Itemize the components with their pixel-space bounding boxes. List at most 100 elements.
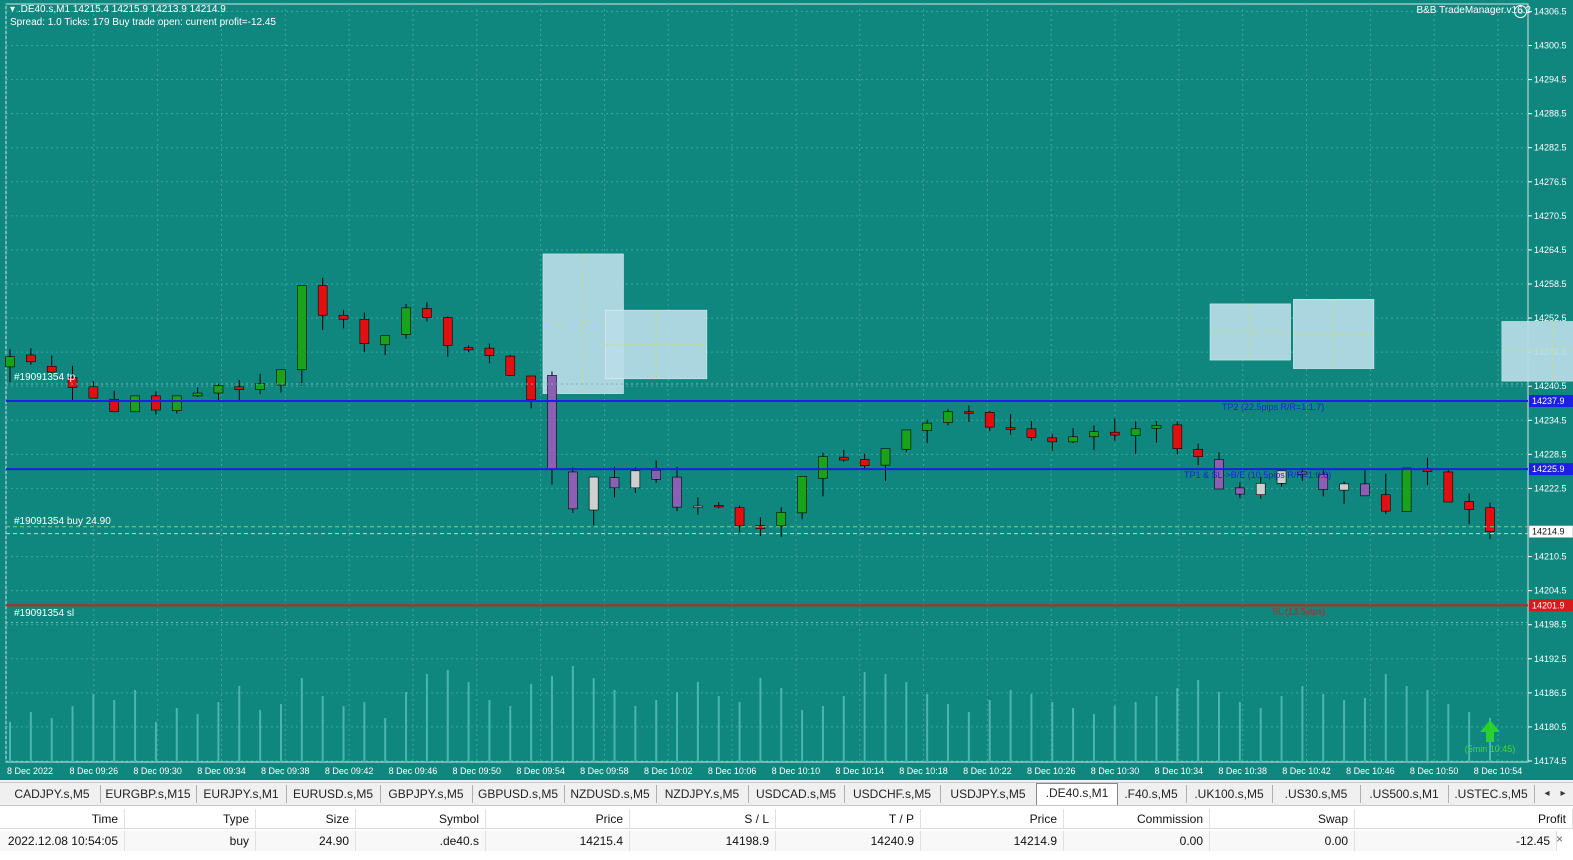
tab-us500-s-m1[interactable]: .US500.s,M1 — [1360, 785, 1449, 803]
candle-body — [5, 356, 15, 368]
tab-usdchf-s-m5[interactable]: USDCHF.s,M5 — [844, 785, 941, 803]
price-chart[interactable]: 14306.5 14300.5 14294.5 14288.5 14282.5 14276… — [0, 0, 1573, 780]
price-axis-label: 14300.5 — [1534, 41, 1567, 51]
column-header[interactable]: Swap — [1210, 809, 1355, 829]
tab-us30-s-m5[interactable]: .US30.s,M5 — [1272, 785, 1361, 803]
price-axis-label: 14258.5 — [1534, 279, 1567, 289]
time-axis-label: 8 Dec 09:30 — [133, 766, 182, 776]
price-axis-label: 14186.5 — [1534, 688, 1567, 698]
time-axis-label: 8 Dec 10:38 — [1218, 766, 1267, 776]
tab-f40-s-m5[interactable]: .F40.s,M5 — [1116, 785, 1187, 803]
candle-body — [484, 347, 495, 356]
column-header[interactable]: Size — [256, 809, 356, 829]
column-header[interactable]: Type — [125, 809, 256, 829]
column-header[interactable]: S / L — [630, 809, 776, 829]
sl-order-label: #19091354 sl — [14, 608, 75, 619]
candle-body — [588, 476, 599, 511]
column-header[interactable]: Profit — [1355, 809, 1573, 829]
table-cell: buy — [125, 831, 256, 851]
time-axis-label: 8 Dec 10:34 — [1155, 766, 1204, 776]
time-axis-label: 8 Dec 10:42 — [1282, 766, 1331, 776]
tab-de40-s-m1[interactable]: .DE40.s,M1 — [1036, 783, 1118, 805]
smiley-icon[interactable]: ☺ — [1514, 5, 1527, 18]
table-cell: 24.90 — [256, 831, 356, 851]
tab-cadjpy-s-m5[interactable]: CADJPY.s,M5 — [4, 785, 101, 803]
chevron-left-icon[interactable]: ◂ — [1540, 786, 1554, 802]
time-axis-label: 8 Dec 09:42 — [325, 766, 374, 776]
tp1-price-label: 14225.9 — [1532, 464, 1565, 474]
column-header[interactable]: Price — [486, 809, 630, 829]
candle-body — [859, 459, 870, 467]
tp2-price-label: 14237.9 — [1532, 396, 1565, 406]
time-axis-label: 8 Dec 10:18 — [899, 766, 948, 776]
column-header[interactable]: Commission — [1064, 809, 1210, 829]
candle-body — [734, 507, 745, 527]
column-header[interactable]: Symbol — [356, 809, 486, 829]
table-cell: 14240.9 — [776, 831, 921, 851]
candle-body — [442, 317, 453, 346]
close-position-icon[interactable]: × — [1556, 832, 1563, 846]
time-axis-label: 8 Dec 09:34 — [197, 766, 246, 776]
tab-nzdjpy-s-m5[interactable]: NZDJPY.s,M5 — [656, 785, 749, 803]
sl-price-label: 14201.9 — [1532, 600, 1565, 610]
tab-usdjpy-s-m5[interactable]: USDJPY.s,M5 — [940, 785, 1037, 803]
chart-window[interactable]: 14306.5 14300.5 14294.5 14288.5 14282.5 14276… — [0, 0, 1573, 780]
tab-nzdusd-s-m5[interactable]: NZDUSD.s,M5 — [564, 785, 657, 803]
candle-body — [88, 386, 99, 399]
candle-body — [380, 335, 391, 346]
tab-ustec-s-m5[interactable]: .USTEC.s,M5 — [1448, 785, 1535, 803]
time-axis-label: 8 Dec 09:38 — [261, 766, 310, 776]
tab-gbpjpy-s-m5[interactable]: GBPJPY.s,M5 — [380, 785, 473, 803]
column-header[interactable]: Price — [921, 809, 1064, 829]
tab-uk100-s-m5[interactable]: .UK100.s,M5 — [1186, 785, 1273, 803]
candle-body — [401, 307, 411, 335]
candle-body — [1464, 501, 1474, 510]
candle-body — [1360, 483, 1370, 497]
candle-body — [713, 505, 724, 508]
price-axis-label: 14228.5 — [1534, 449, 1567, 459]
candle-body — [359, 318, 370, 344]
price-axis-label: 14174.5 — [1534, 756, 1567, 766]
column-header[interactable]: T / P — [776, 809, 921, 829]
candle-body — [693, 505, 703, 508]
candle-body — [1068, 436, 1078, 443]
chevron-right-icon[interactable]: ▸ — [1556, 786, 1570, 802]
candle-body — [984, 412, 995, 428]
candle-body — [151, 395, 161, 411]
candle-body — [1443, 471, 1454, 503]
column-header[interactable]: Time — [0, 809, 125, 829]
tab-eurjpy-s-m1[interactable]: EURJPY.s,M1 — [196, 785, 287, 803]
price-axis-label: 14264.5 — [1534, 245, 1567, 255]
candle-body — [1130, 428, 1141, 436]
candle-body — [880, 448, 891, 466]
candle-body — [213, 385, 224, 394]
price-axis-label: 14294.5 — [1534, 75, 1567, 85]
time-axis-label: 8 Dec 09:54 — [516, 766, 565, 776]
table-cell: .de40.s — [356, 831, 486, 851]
tab-gbpusd-s-m5[interactable]: GBPUSD.s,M5 — [472, 785, 565, 803]
candle-body — [526, 375, 536, 401]
price-axis-label: 14204.5 — [1534, 586, 1567, 596]
time-axis-label: 8 Dec 09:50 — [453, 766, 502, 776]
time-axis-label: 8 Dec 09:58 — [580, 766, 629, 776]
time-axis-label: 8 Dec 2022 — [7, 766, 53, 776]
time-axis-label: 8 Dec 10:46 — [1346, 766, 1395, 776]
time-axis-label: 8 Dec 10:10 — [772, 766, 821, 776]
dropdown-arrow-icon[interactable]: ▾ — [10, 4, 15, 15]
time-axis-label: 8 Dec 09:46 — [389, 766, 438, 776]
sl-annotation: SL (13.5pips) — [1272, 606, 1325, 616]
tab-usdcad-s-m5[interactable]: USDCAD.s,M5 — [748, 785, 845, 803]
candle-body — [1401, 467, 1412, 513]
time-axis-label: 8 Dec 10:30 — [1091, 766, 1140, 776]
price-axis-label: 14210.5 — [1534, 552, 1567, 562]
candle-body — [130, 395, 140, 413]
candle-body — [276, 369, 286, 386]
tab-eurgbp-s-m15[interactable]: EURGBP.s,M15 — [100, 785, 197, 803]
candle-body — [1172, 424, 1183, 449]
candle-body — [547, 375, 557, 470]
candle-body — [338, 314, 349, 320]
candle-body — [818, 456, 828, 479]
tab-eurusd-s-m5[interactable]: EURUSD.s,M5 — [286, 785, 381, 803]
candle-body — [651, 469, 661, 480]
candle-body — [672, 476, 682, 508]
